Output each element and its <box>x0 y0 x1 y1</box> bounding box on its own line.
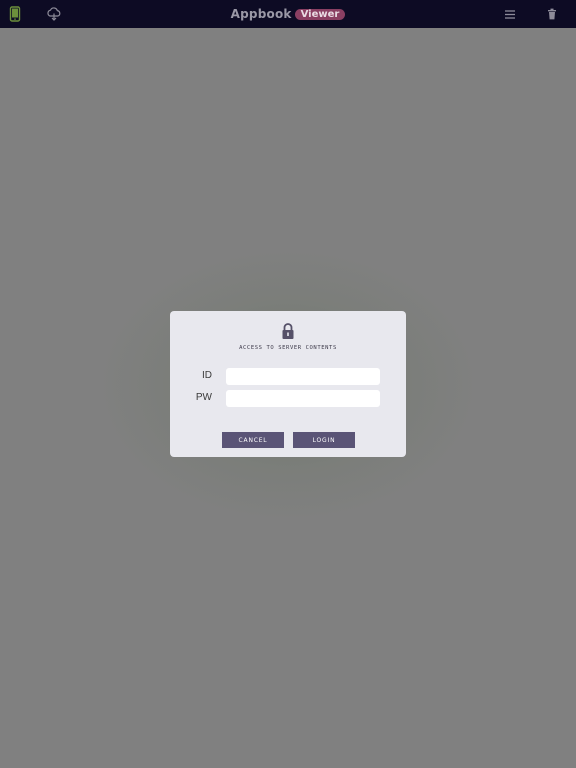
id-input[interactable] <box>226 368 380 385</box>
app-name: Appbook <box>230 7 292 21</box>
login-button[interactable]: LOGIN <box>293 432 355 448</box>
dialog-title: ACCESS TO SERVER CONTENTS <box>239 345 337 351</box>
id-label: ID <box>202 370 212 381</box>
trash-icon[interactable] <box>542 4 562 24</box>
lock-icon <box>280 322 296 340</box>
top-bar: Appbook Viewer <box>0 0 576 28</box>
pw-input[interactable] <box>226 390 380 407</box>
menu-icon[interactable] <box>500 4 520 24</box>
pw-label: PW <box>195 392 212 403</box>
cancel-button[interactable]: CANCEL <box>222 432 284 448</box>
app-brand: Appbook Viewer <box>0 0 576 28</box>
login-dialog: ACCESS TO SERVER CONTENTS ID PW CANCEL L… <box>170 311 406 457</box>
viewer-badge: Viewer <box>294 8 346 20</box>
